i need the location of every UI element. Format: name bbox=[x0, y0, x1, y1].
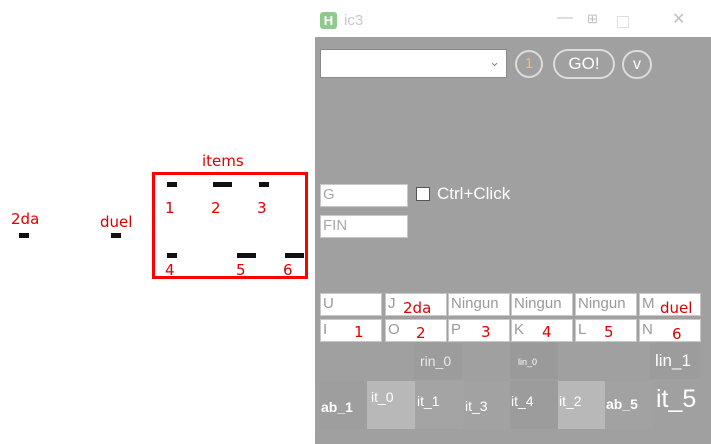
two-da-grid-annotation: 2da bbox=[403, 299, 432, 317]
key-cell[interactable]: Ningun bbox=[575, 293, 637, 316]
duel-marker bbox=[111, 233, 121, 238]
grid-number: 2 bbox=[416, 324, 426, 342]
g-field[interactable]: G bbox=[320, 184, 408, 207]
items-annotation: items bbox=[202, 152, 244, 170]
slot-number: 3 bbox=[257, 199, 267, 217]
minimize-icon[interactable]: — bbox=[557, 9, 573, 27]
key-cell[interactable]: N bbox=[639, 319, 701, 342]
maximize-icon[interactable] bbox=[617, 16, 629, 28]
window-title: ic3 bbox=[344, 12, 364, 29]
item-slot-marker bbox=[213, 182, 232, 187]
key-cell[interactable]: U bbox=[320, 293, 382, 316]
tile-it-4[interactable]: it_4 bbox=[510, 381, 558, 429]
item-slot-marker bbox=[237, 253, 256, 258]
fin-field[interactable]: FIN bbox=[320, 215, 408, 238]
two-da-annotation: 2da bbox=[11, 210, 40, 228]
slot-number: 4 bbox=[165, 261, 175, 279]
tile-lin-1[interactable]: lin_1 bbox=[650, 343, 700, 379]
go-button[interactable]: GO! bbox=[553, 49, 615, 79]
slot-number: 5 bbox=[236, 261, 246, 279]
slot-number: 1 bbox=[165, 199, 175, 217]
chevron-down-icon: ⌄ bbox=[489, 54, 500, 69]
slot-number: 6 bbox=[283, 261, 293, 279]
target-select[interactable]: ⌄ bbox=[320, 49, 507, 78]
grid-number: 4 bbox=[542, 323, 552, 341]
close-icon[interactable]: ✕ bbox=[672, 9, 685, 29]
tile-ab-1[interactable]: ab_1 bbox=[319, 381, 367, 429]
key-cell[interactable]: I bbox=[320, 319, 382, 342]
tile-it-2[interactable]: it_2 bbox=[558, 381, 605, 429]
grid-number: 1 bbox=[354, 323, 364, 341]
ctrl-click-checkbox[interactable] bbox=[416, 187, 430, 201]
grid-number: 3 bbox=[481, 323, 491, 341]
item-slot-marker bbox=[285, 253, 304, 258]
tile-it-0[interactable]: it_0 bbox=[367, 381, 415, 429]
item-slot-marker bbox=[167, 253, 177, 258]
grid-number: 6 bbox=[672, 325, 682, 343]
tile-lin-0[interactable]: lin_0 bbox=[510, 343, 558, 379]
two-da-marker bbox=[19, 233, 29, 238]
key-cell[interactable]: Ningun bbox=[448, 293, 510, 316]
item-slot-marker bbox=[259, 182, 269, 187]
item-slot-marker bbox=[167, 182, 177, 187]
grid-number: 5 bbox=[604, 323, 614, 341]
layout-icon[interactable]: ⊞ bbox=[587, 11, 598, 27]
tile-rin-0[interactable]: rin_0 bbox=[414, 343, 462, 379]
app-icon: H bbox=[320, 12, 337, 29]
slot-number: 2 bbox=[211, 199, 221, 217]
tile-it-3[interactable]: it_3 bbox=[463, 381, 510, 429]
v-button[interactable]: v bbox=[622, 50, 652, 79]
ctrl-click-label: Ctrl+Click bbox=[437, 184, 511, 203]
key-cell[interactable]: Ningun bbox=[511, 293, 573, 316]
duel-grid-annotation: duel bbox=[660, 299, 693, 317]
tile-it-5[interactable]: it_5 bbox=[653, 381, 700, 429]
duel-annotation: duel bbox=[100, 213, 133, 231]
key-cell[interactable]: P bbox=[448, 319, 510, 342]
tile-it-1[interactable]: it_1 bbox=[415, 381, 463, 429]
tile-ab-5[interactable]: ab_5 bbox=[605, 381, 653, 429]
app-window: H ic3 — ⊞ ✕ ⌄ 1 GO! v G FIN Ctrl+Click U… bbox=[315, 3, 711, 444]
title-bar[interactable]: H ic3 — ⊞ ✕ bbox=[315, 3, 711, 37]
count-button[interactable]: 1 bbox=[515, 50, 543, 78]
